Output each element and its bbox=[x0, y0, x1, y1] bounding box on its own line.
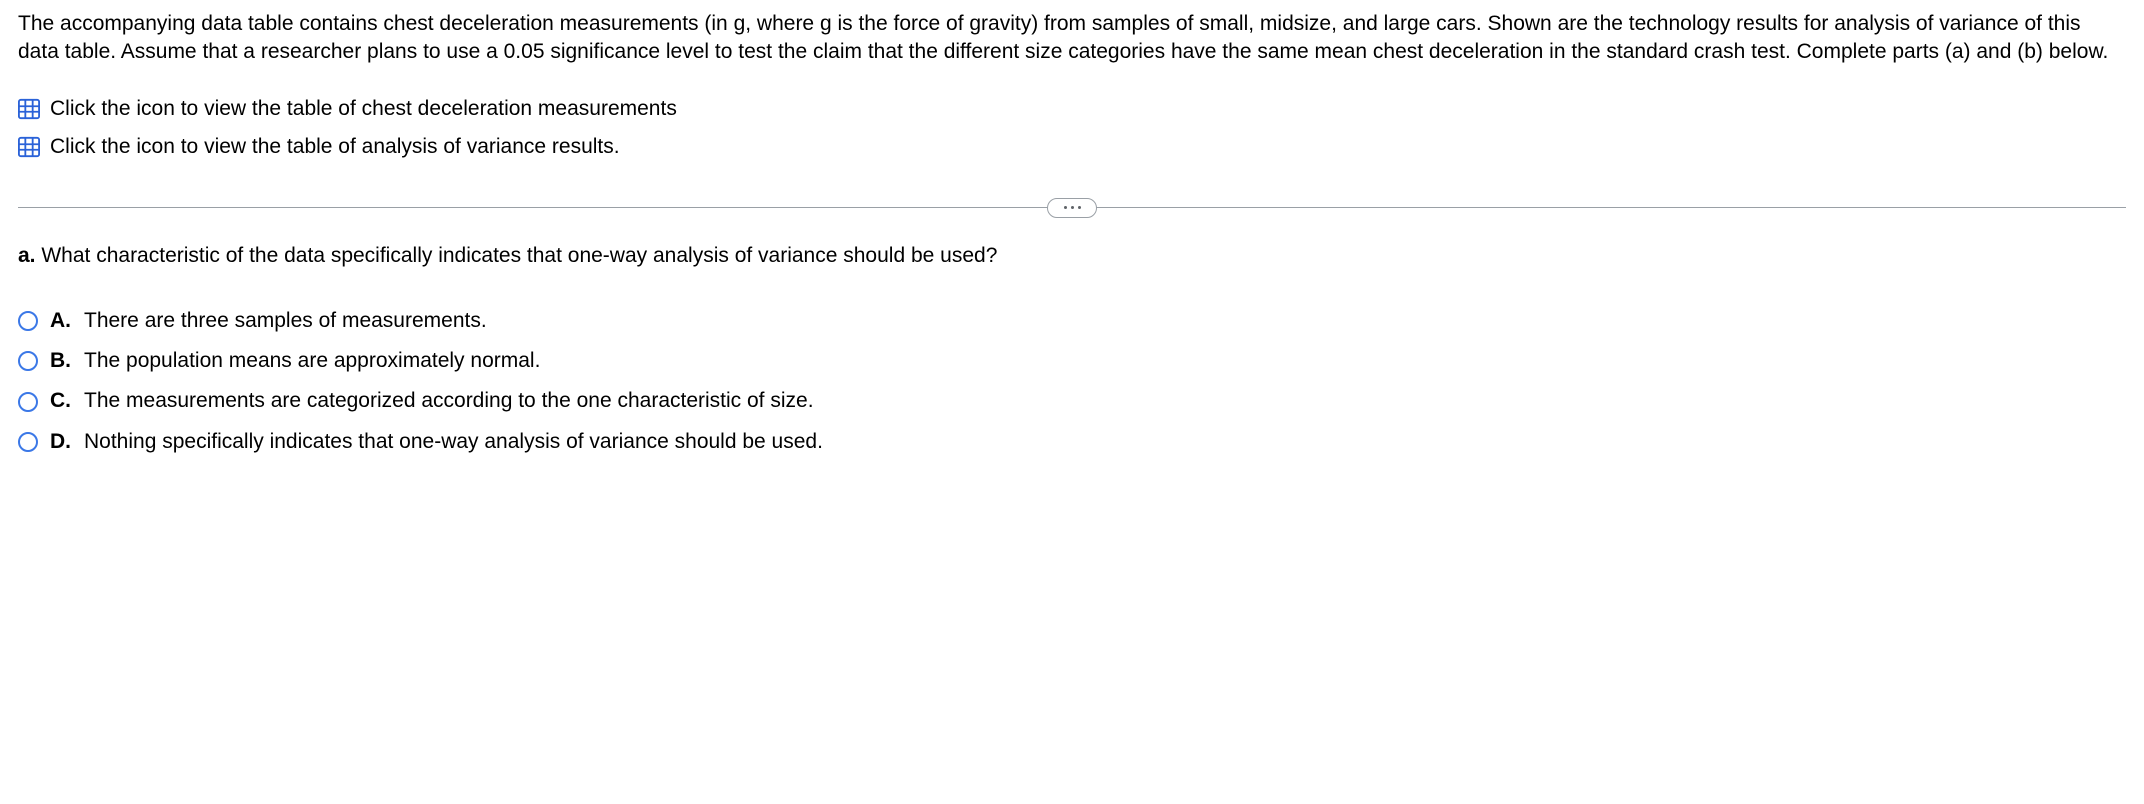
option-text: The measurements are categorized accordi… bbox=[84, 387, 814, 415]
view-measurements-label: Click the icon to view the table of ches… bbox=[50, 95, 677, 123]
view-anova-link[interactable]: Click the icon to view the table of anal… bbox=[18, 133, 2126, 161]
intro-paragraph: The accompanying data table contains che… bbox=[18, 10, 2126, 67]
table-icon bbox=[18, 98, 40, 120]
question-page: The accompanying data table contains che… bbox=[0, 0, 2144, 522]
option-letter: A. bbox=[50, 307, 72, 335]
table-icon bbox=[18, 136, 40, 158]
option-b[interactable]: B. The population means are approximatel… bbox=[18, 341, 2126, 381]
ellipsis-icon bbox=[1071, 206, 1074, 209]
attachment-links: Click the icon to view the table of ches… bbox=[18, 95, 2126, 162]
question-a: a. What characteristic of the data speci… bbox=[18, 242, 2126, 270]
option-c[interactable]: C. The measurements are categorized acco… bbox=[18, 381, 2126, 421]
expand-toggle[interactable] bbox=[1047, 198, 1097, 218]
option-letter: D. bbox=[50, 428, 72, 456]
radio-icon bbox=[18, 432, 38, 452]
view-measurements-link[interactable]: Click the icon to view the table of ches… bbox=[18, 95, 2126, 123]
question-text: What characteristic of the data specific… bbox=[41, 244, 997, 267]
option-text: Nothing specifically indicates that one-… bbox=[84, 428, 823, 456]
question-label: a. bbox=[18, 244, 36, 267]
radio-icon bbox=[18, 311, 38, 331]
option-a[interactable]: A. There are three samples of measuremen… bbox=[18, 301, 2126, 341]
option-text: There are three samples of measurements. bbox=[84, 307, 487, 335]
ellipsis-icon bbox=[1064, 206, 1067, 209]
ellipsis-icon bbox=[1078, 206, 1081, 209]
view-anova-label: Click the icon to view the table of anal… bbox=[50, 133, 620, 161]
option-letter: B. bbox=[50, 347, 72, 375]
option-letter: C. bbox=[50, 387, 72, 415]
option-text: The population means are approximately n… bbox=[84, 347, 540, 375]
option-d[interactable]: D. Nothing specifically indicates that o… bbox=[18, 422, 2126, 462]
radio-icon bbox=[18, 351, 38, 371]
answer-options: A. There are three samples of measuremen… bbox=[18, 301, 2126, 462]
section-divider bbox=[18, 207, 2126, 208]
radio-icon bbox=[18, 392, 38, 412]
